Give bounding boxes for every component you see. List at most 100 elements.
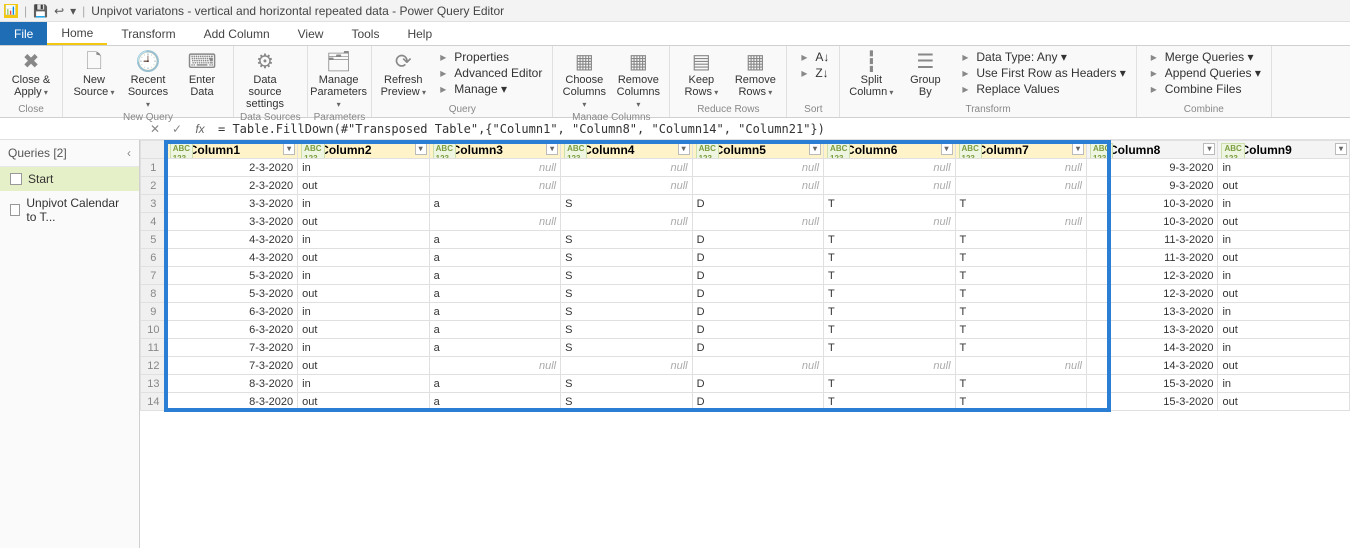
type-icon[interactable]: ABC123	[959, 143, 982, 159]
cell[interactable]: 13-3-2020	[1086, 303, 1217, 321]
cell[interactable]: null	[692, 177, 823, 195]
append-queries-button[interactable]: ▸Append Queries ▾	[1147, 66, 1261, 80]
cell[interactable]: in	[1218, 339, 1350, 357]
cell[interactable]: T	[824, 375, 955, 393]
row-header[interactable]: 11	[141, 339, 167, 357]
row-header[interactable]: 8	[141, 285, 167, 303]
cell[interactable]: T	[955, 303, 1086, 321]
cell[interactable]: a	[429, 375, 560, 393]
tab-help[interactable]: Help	[393, 22, 446, 45]
cell[interactable]: T	[824, 303, 955, 321]
advanced-editor-button[interactable]: ▸Advanced Editor	[436, 66, 542, 80]
cell[interactable]: in	[298, 159, 429, 177]
cell[interactable]: D	[692, 231, 823, 249]
confirm-formula-icon[interactable]: ✓	[166, 122, 188, 136]
column-header[interactable]: ABC123Column8▾	[1086, 141, 1217, 159]
column-header[interactable]: ABC123Column6▾	[824, 141, 955, 159]
cell[interactable]: 14-3-2020	[1086, 357, 1217, 375]
merge-queries-button[interactable]: ▸Merge Queries ▾	[1147, 50, 1261, 64]
cell[interactable]: 6-3-2020	[166, 321, 297, 339]
replace-values-button[interactable]: ▸Replace Values	[958, 82, 1125, 96]
cell[interactable]: S	[561, 249, 692, 267]
cell[interactable]: in	[1218, 267, 1350, 285]
cell[interactable]: T	[955, 267, 1086, 285]
cell[interactable]: T	[824, 231, 955, 249]
row-header[interactable]: 3	[141, 195, 167, 213]
choose-button[interactable]: ▦ChooseColumns	[559, 48, 609, 112]
cell[interactable]: T	[955, 375, 1086, 393]
filter-dropdown-icon[interactable]: ▾	[678, 143, 690, 155]
cell[interactable]: T	[955, 249, 1086, 267]
filter-dropdown-icon[interactable]: ▾	[1335, 143, 1347, 155]
row-header[interactable]: 12	[141, 357, 167, 375]
type-icon[interactable]: ABC123	[433, 143, 456, 159]
cell[interactable]: 11-3-2020	[1086, 249, 1217, 267]
redo-caret-icon[interactable]: ▾	[70, 4, 76, 18]
remove-button[interactable]: ▦RemoveColumns	[613, 48, 663, 112]
cell[interactable]: out	[1218, 213, 1350, 231]
column-header[interactable]: ABC123Column5▾	[692, 141, 823, 159]
cancel-formula-icon[interactable]: ✕	[144, 122, 166, 136]
filter-dropdown-icon[interactable]: ▾	[283, 143, 295, 155]
cell[interactable]: a	[429, 195, 560, 213]
cell[interactable]: D	[692, 195, 823, 213]
column-header[interactable]: ABC123Column7▾	[955, 141, 1086, 159]
recent-button[interactable]: 🕘RecentSources	[123, 48, 173, 112]
cell[interactable]: out	[1218, 177, 1350, 195]
cell[interactable]: 13-3-2020	[1086, 321, 1217, 339]
collapse-pane-icon[interactable]: ‹	[127, 146, 131, 160]
cell[interactable]: a	[429, 285, 560, 303]
cell[interactable]: 8-3-2020	[166, 375, 297, 393]
row-header[interactable]: 6	[141, 249, 167, 267]
cell[interactable]: 3-3-2020	[166, 195, 297, 213]
cell[interactable]: 5-3-2020	[166, 267, 297, 285]
cell[interactable]: out	[298, 393, 429, 411]
cell[interactable]: T	[824, 339, 955, 357]
filter-dropdown-icon[interactable]: ▾	[941, 143, 953, 155]
cell[interactable]: in	[298, 195, 429, 213]
formula-input[interactable]	[212, 120, 1350, 138]
cell[interactable]: 9-3-2020	[1086, 159, 1217, 177]
column-header[interactable]: ABC123Column9▾	[1218, 141, 1350, 159]
filter-dropdown-icon[interactable]: ▾	[415, 143, 427, 155]
cell[interactable]: 10-3-2020	[1086, 195, 1217, 213]
cell[interactable]: 7-3-2020	[166, 357, 297, 375]
type-icon[interactable]: ABC123	[696, 143, 719, 159]
remove-button[interactable]: ▦RemoveRows	[730, 48, 780, 100]
cell[interactable]: 2-3-2020	[166, 159, 297, 177]
row-header[interactable]: 4	[141, 213, 167, 231]
cell[interactable]: null	[561, 213, 692, 231]
cell[interactable]: in	[1218, 159, 1350, 177]
refresh-button[interactable]: ⟳RefreshPreview	[378, 48, 428, 100]
cell[interactable]: D	[692, 393, 823, 411]
cell[interactable]: null	[429, 177, 560, 195]
cell[interactable]: null	[692, 159, 823, 177]
cell[interactable]: null	[955, 177, 1086, 195]
cell[interactable]: a	[429, 339, 560, 357]
cell[interactable]: null	[824, 177, 955, 195]
manage-button[interactable]: ▸Manage ▾	[436, 82, 542, 96]
cell[interactable]: in	[298, 267, 429, 285]
cell[interactable]: null	[561, 159, 692, 177]
cell[interactable]: in	[1218, 231, 1350, 249]
close--button[interactable]: ✖Close &Apply	[6, 48, 56, 100]
combine-files-button[interactable]: ▸Combine Files	[1147, 82, 1261, 96]
column-header[interactable]: ABC123Column3▾	[429, 141, 560, 159]
cell[interactable]: null	[429, 213, 560, 231]
cell[interactable]: null	[429, 357, 560, 375]
cell[interactable]: null	[429, 159, 560, 177]
cell[interactable]: in	[298, 339, 429, 357]
column-header[interactable]: ABC123Column1▾	[166, 141, 297, 159]
cell[interactable]: T	[824, 267, 955, 285]
type-icon[interactable]: ABC123	[1090, 143, 1113, 159]
cell[interactable]: S	[561, 285, 692, 303]
cell[interactable]: out	[298, 249, 429, 267]
data-type-any-button[interactable]: ▸Data Type: Any ▾	[958, 50, 1125, 64]
cell[interactable]: null	[955, 357, 1086, 375]
cell[interactable]: in	[1218, 303, 1350, 321]
filter-dropdown-icon[interactable]: ▾	[1203, 143, 1215, 155]
cell[interactable]: T	[955, 339, 1086, 357]
cell[interactable]: 4-3-2020	[166, 231, 297, 249]
query-item[interactable]: Unpivot Calendar to T...	[0, 191, 139, 229]
cell[interactable]: a	[429, 249, 560, 267]
